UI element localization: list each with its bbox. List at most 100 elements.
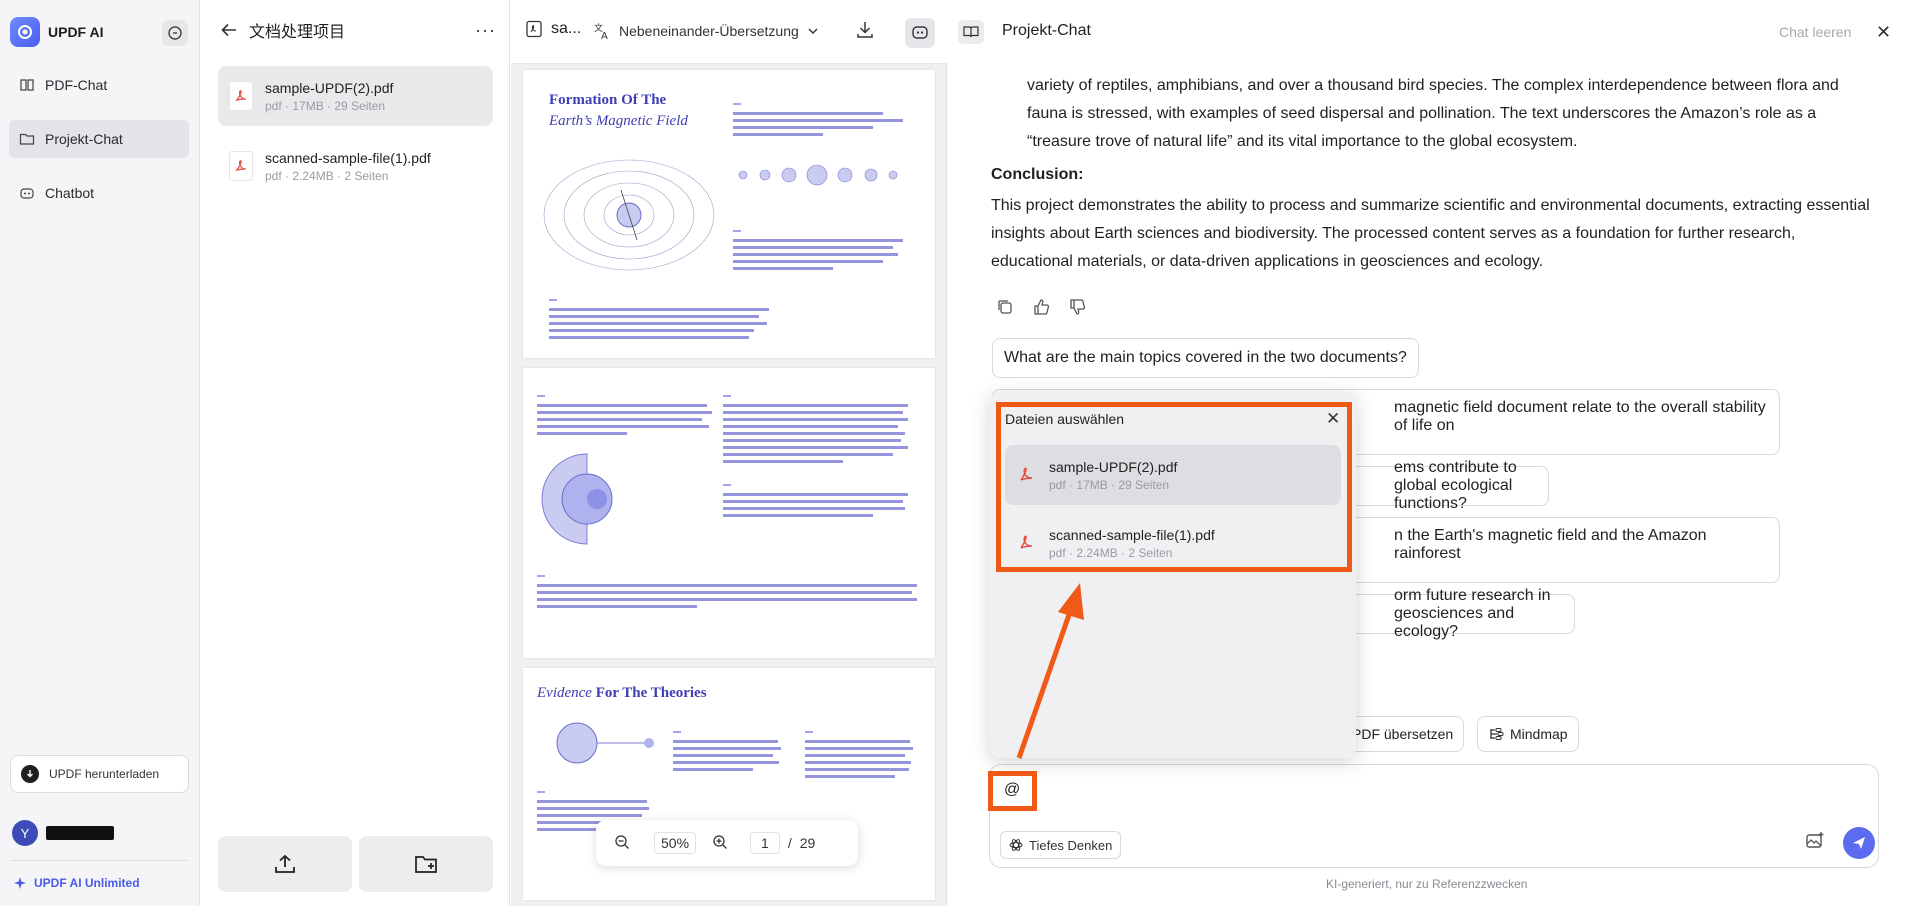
message-actions	[996, 298, 1086, 316]
download-label: UPDF herunterladen	[49, 767, 160, 781]
image-upload-button[interactable]	[1805, 831, 1825, 854]
chat-composer: @ Tiefes Denken	[989, 764, 1879, 868]
file-meta: pdf · 2.24MB · 2 Seiten	[265, 168, 389, 183]
toggle-reader-button[interactable]	[958, 20, 984, 44]
close-icon[interactable]: ✕	[1876, 22, 1891, 43]
chat-header: Projekt-Chat Chat leeren ✕	[948, 0, 1918, 64]
download-document-button[interactable]	[855, 20, 875, 43]
message-paragraph: This project demonstrates the ability to…	[991, 197, 1870, 270]
page-separator: /	[787, 835, 792, 851]
sidebar-item-pdf-chat[interactable]: PDF-Chat	[9, 66, 189, 104]
back-arrow-icon[interactable]	[221, 23, 237, 37]
page-number-input[interactable]: 1	[750, 832, 780, 854]
translation-mode-label: Nebeneinander-Übersetzung	[619, 23, 799, 39]
file-item[interactable]: sample-UPDF(2).pdf pdf · 17MB · 29 Seite…	[218, 66, 493, 126]
earth-layers-diagram	[541, 453, 613, 545]
pdf-file-icon	[229, 81, 253, 111]
file-name: scanned-sample-file(1).pdf	[265, 149, 431, 166]
zoom-in-icon[interactable]	[712, 834, 728, 853]
conclusion-heading: Conclusion:	[991, 166, 1084, 183]
upload-icon	[275, 854, 295, 873]
document-name: sa...	[551, 20, 582, 37]
more-options-icon[interactable]: ···	[475, 20, 496, 41]
chat-title: Projekt-Chat	[1002, 22, 1091, 39]
mindmap-icon	[1490, 728, 1504, 740]
ai-disclaimer: KI-generiert, nur zu Referenzzwecken	[1326, 877, 1528, 891]
document-tab[interactable]: sa...	[525, 20, 581, 38]
page-heading: For The Theories	[595, 685, 707, 701]
translation-mode-dropdown[interactable]: 文A Nebeneinander-Übersetzung	[593, 22, 819, 40]
file-name: sample-UPDF(2).pdf	[265, 79, 394, 96]
chevron-down-icon	[808, 28, 818, 34]
mindmap-button[interactable]: Mindmap	[1477, 716, 1579, 752]
folder-add-icon	[415, 856, 437, 873]
page-heading: Formation Of The	[549, 92, 667, 108]
username-redacted	[46, 826, 114, 840]
avatar: Y	[12, 820, 38, 846]
send-icon	[1853, 837, 1865, 849]
pdf-page-thumbnail[interactable]: Formation Of The Earth’s Magnetic Field	[523, 70, 935, 358]
brand-name: UPDF AI	[48, 24, 104, 40]
updf-ai-unlimited-link[interactable]: UPDF AI Unlimited	[14, 876, 140, 890]
folder-icon	[19, 133, 35, 145]
download-icon	[21, 765, 39, 783]
sidebar-item-label: Projekt-Chat	[45, 131, 123, 147]
thumbs-up-icon[interactable]	[1032, 298, 1050, 316]
sidebar: UPDF AI PDF-Chat Projekt-Chat Chatbot UP…	[0, 0, 200, 906]
project-title: 文档处理项目	[249, 24, 346, 41]
ai-chat-toggle-button[interactable]	[905, 18, 935, 48]
suggested-question[interactable]: What are the main topics covered in the …	[992, 338, 1419, 378]
deep-thinking-toggle[interactable]: Tiefes Denken	[1000, 831, 1122, 859]
zoom-out-icon[interactable]	[614, 834, 630, 853]
file-item[interactable]: scanned-sample-file(1).pdf pdf · 2.24MB …	[218, 136, 493, 196]
bot-icon	[20, 188, 34, 199]
annotation-highlight-input	[988, 771, 1037, 811]
page-heading-accent: Evidence	[537, 685, 592, 701]
clear-chat-button[interactable]: Chat leeren	[1779, 24, 1851, 40]
zoom-level[interactable]: 50%	[654, 832, 697, 854]
thumbs-down-icon[interactable]	[1068, 298, 1086, 316]
file-meta: pdf · 17MB · 29 Seiten	[265, 98, 386, 113]
project-panel: 文档处理项目 ··· sample-UPDF(2).pdf pdf · 17MB…	[201, 0, 510, 906]
new-chat-button[interactable]	[162, 20, 188, 46]
planets-diagram	[738, 164, 898, 186]
download-icon	[857, 22, 873, 38]
sidebar-item-label: Chatbot	[45, 185, 95, 201]
translate-pdf-button[interactable]: PDF übersetzen	[1342, 716, 1465, 752]
sidebar-item-projekt-chat[interactable]: Projekt-Chat	[9, 120, 189, 158]
page-subheading: Earth’s Magnetic Field	[549, 113, 688, 129]
sidebar-divider	[10, 860, 188, 861]
send-button[interactable]	[1843, 827, 1875, 859]
page-total: 29	[799, 835, 816, 851]
download-updf-button[interactable]: UPDF herunterladen	[10, 755, 189, 793]
annotation-highlight-box	[996, 402, 1352, 572]
add-folder-button[interactable]	[359, 836, 493, 892]
copy-icon[interactable]	[996, 298, 1014, 316]
pdf-icon	[526, 20, 542, 38]
sidebar-nav: PDF-Chat Projekt-Chat Chatbot	[9, 66, 189, 228]
chat-add-icon	[168, 26, 182, 40]
upload-button[interactable]	[218, 836, 352, 892]
book-icon	[20, 79, 34, 91]
translate-icon: 文A	[594, 22, 608, 40]
assistant-message: This project demonstrates the ability to…	[991, 192, 1871, 276]
zoom-pagination-bar: 50% 1 / 29	[596, 820, 858, 866]
magnetic-field-diagram	[543, 159, 715, 271]
field-diagram	[556, 722, 654, 764]
user-profile[interactable]: Y	[12, 820, 114, 846]
pdf-page-thumbnail[interactable]	[523, 368, 935, 658]
brand[interactable]: UPDF AI	[10, 14, 103, 50]
sidebar-item-chatbot[interactable]: Chatbot	[9, 174, 189, 212]
pdf-viewer: sa... 文A Nebeneinander-Übersetzung Forma…	[511, 0, 947, 906]
updf-logo-icon	[10, 17, 40, 47]
assistant-message: variety of reptiles, amphibians, and ove…	[1027, 72, 1873, 156]
open-book-icon	[963, 26, 979, 38]
message-paragraph: variety of reptiles, amphibians, and ove…	[1027, 77, 1839, 150]
viewer-toolbar: sa... 文A Nebeneinander-Übersetzung	[511, 0, 947, 64]
svg-text:A: A	[601, 31, 608, 40]
sidebar-item-label: PDF-Chat	[45, 77, 108, 93]
image-add-icon	[1806, 832, 1824, 848]
pdf-file-icon	[229, 151, 253, 181]
sparkle-icon	[14, 877, 26, 889]
ai-chat-icon	[912, 26, 928, 39]
